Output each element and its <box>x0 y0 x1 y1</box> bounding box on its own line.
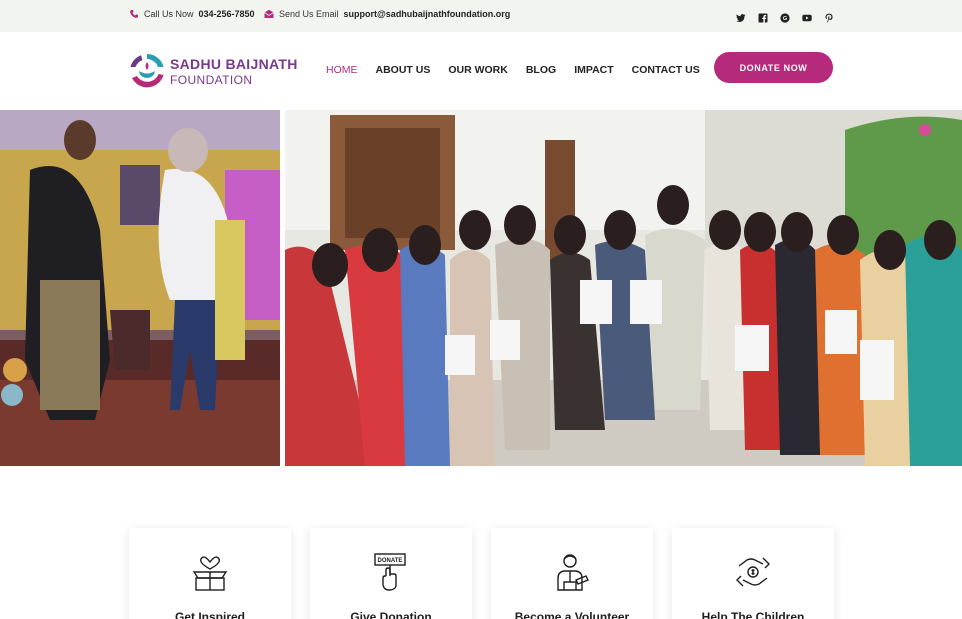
nav-contact-us[interactable]: CONTACT US <box>632 64 700 76</box>
email-prefix: Send Us Email <box>279 9 339 19</box>
main-nav: HOME ABOUT US OUR WORK BLOG IMPACT CONTA… <box>326 64 718 76</box>
card-title: Give Donation <box>350 610 432 619</box>
card-title: Get Inspired <box>174 610 245 619</box>
svg-text:DONATE: DONATE <box>378 558 403 564</box>
card-title: Help The Children <box>701 610 805 619</box>
logo-subtitle: FOUNDATION <box>170 72 253 87</box>
mail-icon <box>264 9 274 18</box>
card-help-children[interactable]: Help The Children <box>672 528 834 619</box>
logo-diya-icon <box>130 54 164 88</box>
gift-box-heart-icon <box>192 556 228 591</box>
pinterest-icon[interactable] <box>824 10 834 23</box>
donate-hand-icon: DONATE <box>374 553 406 591</box>
youtube-icon[interactable] <box>802 10 812 22</box>
phone-contact[interactable]: Call Us Now 034-256-7850 <box>129 9 255 19</box>
site-logo[interactable]: SADHU BAIJNATH FOUNDATION <box>128 52 298 90</box>
card-title: Become a Volunteer <box>514 610 630 619</box>
helping-hands-icon <box>736 557 770 587</box>
hero-photo-award-ceremony <box>0 110 280 466</box>
nav-impact[interactable]: IMPACT <box>574 64 613 76</box>
nav-home[interactable]: HOME <box>326 64 358 76</box>
card-give-donation[interactable]: DONATE Give Donation <box>310 528 472 619</box>
top-bar: Call Us Now 034-256-7850 Send Us Email s… <box>0 0 962 32</box>
email-contact[interactable]: Send Us Email support@sadhubaijnathfound… <box>264 9 510 19</box>
card-get-inspired[interactable]: Get Inspired <box>129 528 291 619</box>
volunteer-icon <box>557 554 589 591</box>
card-become-volunteer[interactable]: Become a Volunteer <box>491 528 653 619</box>
phone-number[interactable]: 034-256-7850 <box>199 9 255 19</box>
nav-blog[interactable]: BLOG <box>526 64 556 76</box>
donate-now-button[interactable]: DONATE NOW <box>714 52 833 83</box>
phone-icon <box>130 10 138 18</box>
social-links: G <box>736 10 834 23</box>
twitter-icon[interactable] <box>736 10 746 22</box>
logo-title: SADHU BAIJNATH <box>170 55 298 72</box>
hero-photo-certificate-group <box>285 110 962 466</box>
nav-our-work[interactable]: OUR WORK <box>448 64 508 76</box>
google-plus-icon[interactable]: G <box>780 10 790 23</box>
site-header: SADHU BAIJNATH FOUNDATION HOME ABOUT US … <box>0 32 962 110</box>
feature-cards: Get Inspired DONATE Give Donation Become… <box>129 528 834 619</box>
svg-text:G: G <box>783 16 787 22</box>
facebook-icon[interactable] <box>758 10 768 23</box>
nav-about-us[interactable]: ABOUT US <box>376 64 431 76</box>
phone-prefix: Call Us Now <box>144 9 194 19</box>
email-address[interactable]: support@sadhubaijnathfoundation.org <box>344 9 511 19</box>
